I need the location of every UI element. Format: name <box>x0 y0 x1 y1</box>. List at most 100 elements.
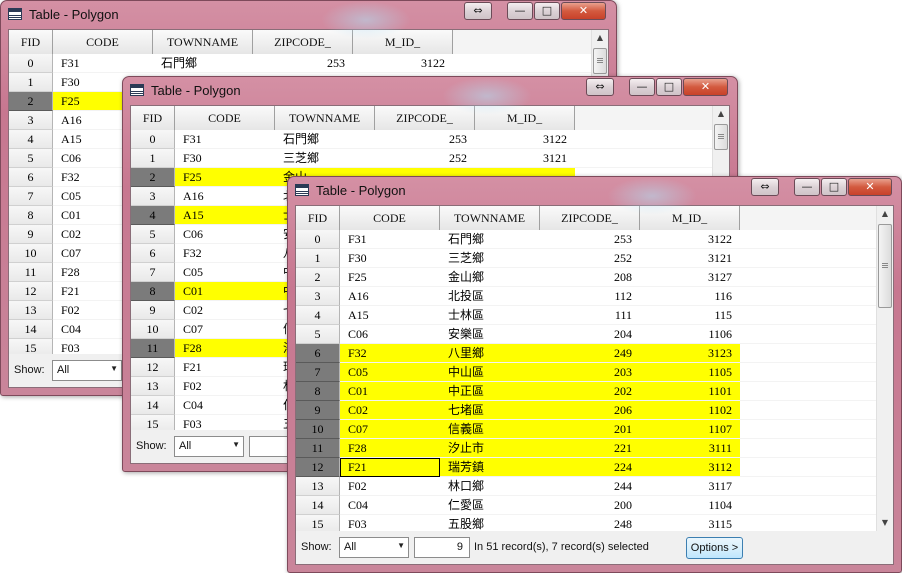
code-cell[interactable]: C07 <box>340 420 440 439</box>
table-row-selected[interactable]: 6 F32 八里鄉 249 3123 <box>296 344 876 363</box>
table-window-front[interactable]: Table - Polygon ⇔ — □ ✕ FID CODE TOWNNAME Z… <box>287 176 902 573</box>
options-button[interactable]: Options > <box>686 537 743 559</box>
code-cell[interactable]: F02 <box>340 477 440 496</box>
scroll-thumb[interactable] <box>593 48 607 74</box>
scroll-up-arrow[interactable]: ▲ <box>592 30 608 46</box>
code-cell[interactable]: A15 <box>340 306 440 325</box>
fid-cell[interactable]: 9 <box>131 301 175 320</box>
zipcode-cell[interactable]: 206 <box>540 401 640 420</box>
m-id-cell[interactable]: 3121 <box>640 249 740 268</box>
code-cell[interactable]: C02 <box>175 301 275 320</box>
table-row[interactable]: 4 A15 士林區 111 115 <box>296 306 876 325</box>
code-cell[interactable]: F30 <box>340 249 440 268</box>
zipcode-cell[interactable]: 204 <box>540 325 640 344</box>
scroll-down-arrow[interactable]: ▼ <box>877 515 893 531</box>
code-cell[interactable]: C04 <box>175 396 275 415</box>
fid-cell[interactable]: 15 <box>131 415 175 430</box>
townname-header[interactable]: TOWNNAME <box>153 30 253 54</box>
code-header[interactable]: CODE <box>340 206 440 230</box>
fid-cell[interactable]: 0 <box>296 230 340 249</box>
townname-cell[interactable]: 三芝鄉 <box>440 249 540 268</box>
code-cell[interactable]: A16 <box>340 287 440 306</box>
title-bar[interactable]: Table - Polygon ⇔ — □ ✕ <box>1 1 616 29</box>
zipcode-cell[interactable]: 112 <box>540 287 640 306</box>
scroll-thumb[interactable] <box>714 124 728 150</box>
townname-cell[interactable]: 中正區 <box>440 382 540 401</box>
maximize-button[interactable]: □ <box>821 178 847 196</box>
m-id-cell[interactable]: 3122 <box>640 230 740 249</box>
code-cell[interactable]: F31 <box>340 230 440 249</box>
fid-cell[interactable]: 2 <box>9 92 53 111</box>
code-cell[interactable]: C05 <box>340 363 440 382</box>
zipcode-cell[interactable]: 203 <box>540 363 640 382</box>
swap-button[interactable]: ⇔ <box>751 178 779 196</box>
townname-cell[interactable]: 安樂區 <box>440 325 540 344</box>
table-row[interactable]: 13 F02 林口鄉 244 3117 <box>296 477 876 496</box>
m-id-cell[interactable]: 1101 <box>640 382 740 401</box>
zipcode-header[interactable]: ZIPCODE_ <box>253 30 353 54</box>
fid-cell[interactable]: 13 <box>131 377 175 396</box>
code-cell[interactable]: C04 <box>340 496 440 515</box>
table-row[interactable]: 5 C06 安樂區 204 1106 <box>296 325 876 344</box>
m-id-cell[interactable]: 3122 <box>353 54 453 73</box>
table-row[interactable]: 14 C04 仁愛區 200 1104 <box>296 496 876 515</box>
fid-header[interactable]: FID <box>296 206 340 230</box>
fid-cell[interactable]: 13 <box>9 301 53 320</box>
code-cell[interactable]: F32 <box>340 344 440 363</box>
code-cell[interactable]: F28 <box>340 439 440 458</box>
code-cell[interactable]: F30 <box>175 149 275 168</box>
code-cell[interactable]: F03 <box>175 415 275 430</box>
fid-cell[interactable]: 4 <box>131 206 175 225</box>
fid-cell[interactable]: 2 <box>296 268 340 287</box>
fid-cell[interactable]: 14 <box>131 396 175 415</box>
maximize-button[interactable]: □ <box>656 78 682 96</box>
zipcode-header[interactable]: ZIPCODE_ <box>540 206 640 230</box>
fid-cell[interactable]: 11 <box>131 339 175 358</box>
townname-cell[interactable]: 林口鄉 <box>440 477 540 496</box>
m-id-cell[interactable]: 3117 <box>640 477 740 496</box>
m-id-header[interactable]: M_ID_ <box>640 206 740 230</box>
fid-cell[interactable]: 6 <box>131 244 175 263</box>
close-button[interactable]: ✕ <box>561 2 606 20</box>
code-cell[interactable]: C06 <box>340 325 440 344</box>
code-cell[interactable]: A15 <box>175 206 275 225</box>
fid-cell[interactable]: 15 <box>9 339 53 354</box>
townname-cell[interactable]: 信義區 <box>440 420 540 439</box>
townname-cell[interactable]: 士林區 <box>440 306 540 325</box>
show-filter-select[interactable]: All ▼ <box>339 537 409 558</box>
zipcode-cell[interactable]: 253 <box>375 130 475 149</box>
table-row-selected[interactable]: 9 C02 七堵區 206 1102 <box>296 401 876 420</box>
m-id-header[interactable]: M_ID_ <box>353 30 453 54</box>
townname-cell[interactable]: 石門鄉 <box>440 230 540 249</box>
swap-button[interactable]: ⇔ <box>586 78 614 96</box>
townname-cell[interactable]: 三芝鄉 <box>275 149 375 168</box>
townname-cell[interactable]: 仁愛區 <box>440 496 540 515</box>
table-row-selected[interactable]: 7 C05 中山區 203 1105 <box>296 363 876 382</box>
m-id-cell[interactable]: 1107 <box>640 420 740 439</box>
zipcode-header[interactable]: ZIPCODE_ <box>375 106 475 130</box>
zipcode-cell[interactable]: 248 <box>540 515 640 531</box>
zipcode-cell[interactable]: 111 <box>540 306 640 325</box>
code-cell[interactable]: C05 <box>175 263 275 282</box>
code-cell[interactable]: C01 <box>175 282 275 301</box>
table-row[interactable]: 1 F30 三芝鄉 252 3121 <box>296 249 876 268</box>
m-id-cell[interactable]: 3115 <box>640 515 740 531</box>
zipcode-cell[interactable]: 208 <box>540 268 640 287</box>
fid-cell[interactable]: 10 <box>131 320 175 339</box>
zipcode-cell[interactable]: 200 <box>540 496 640 515</box>
code-cell[interactable]: F21 <box>175 358 275 377</box>
table-row[interactable]: 15 F03 五股鄉 248 3115 <box>296 515 876 531</box>
table-row-selected[interactable]: 12 F21 瑞芳鎮 224 3112 <box>296 458 876 477</box>
code-cell[interactable]: A16 <box>175 187 275 206</box>
minimize-button[interactable]: — <box>507 2 533 20</box>
fid-cell[interactable]: 3 <box>296 287 340 306</box>
code-cell[interactable]: F32 <box>175 244 275 263</box>
table-row-selected[interactable]: 10 C07 信義區 201 1107 <box>296 420 876 439</box>
townname-cell[interactable]: 七堵區 <box>440 401 540 420</box>
zipcode-cell[interactable]: 221 <box>540 439 640 458</box>
table-row[interactable]: 3 A16 北投區 112 116 <box>296 287 876 306</box>
fid-cell[interactable]: 9 <box>296 401 340 420</box>
code-cell[interactable]: F02 <box>175 377 275 396</box>
table-row[interactable]: 0 F31 石門鄉 253 3122 <box>131 130 712 149</box>
m-id-cell[interactable]: 115 <box>640 306 740 325</box>
